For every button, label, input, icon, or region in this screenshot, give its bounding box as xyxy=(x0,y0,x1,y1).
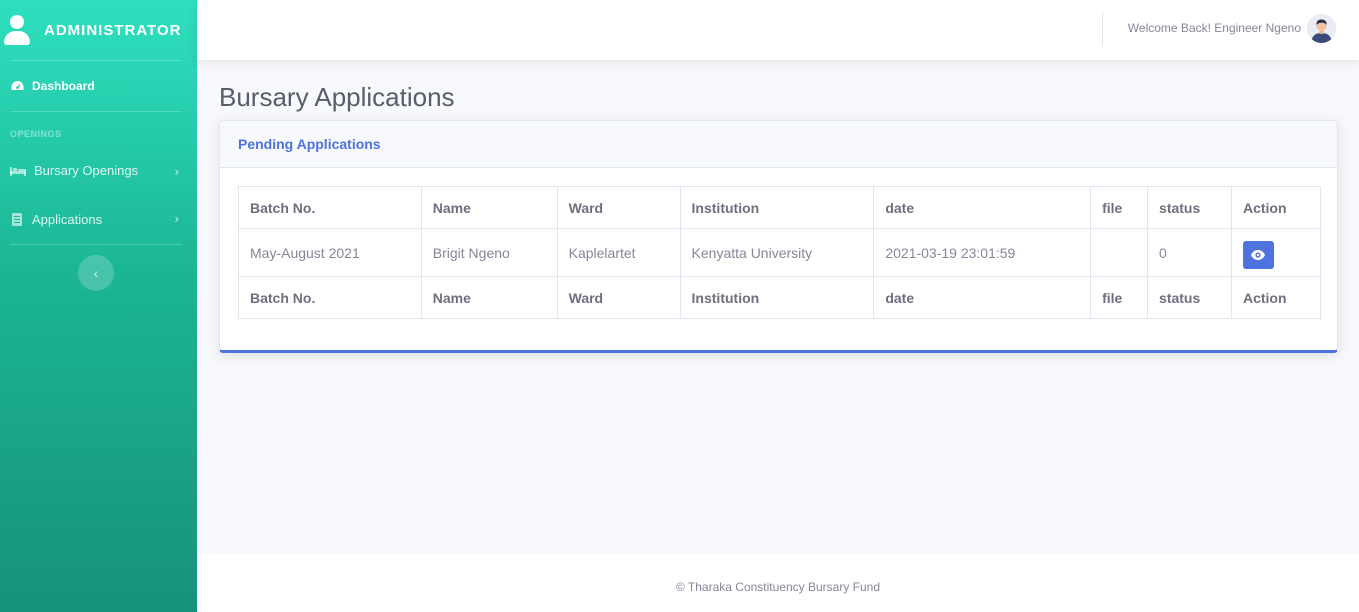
sidebar-item-label: Dashboard xyxy=(32,79,95,93)
sidebar-item-bursary-openings[interactable]: Bursary Openings › xyxy=(0,147,197,194)
bed-icon xyxy=(10,165,26,177)
cell-file xyxy=(1090,228,1149,277)
cell-ward: Kaplelartet xyxy=(556,228,681,277)
footer-copyright: © Tharaka Constituency Bursary Fund xyxy=(675,579,881,594)
sidebar-item-dashboard[interactable]: Dashboard xyxy=(0,61,197,111)
welcome-text[interactable]: Welcome Back! Engineer Ngeno xyxy=(1128,21,1301,35)
column-header[interactable]: status xyxy=(1147,186,1232,229)
page-title: Bursary Applications xyxy=(219,82,455,112)
topbar-divider xyxy=(1102,12,1103,46)
column-footer: date xyxy=(873,276,1092,319)
file-icon xyxy=(10,212,24,226)
cell-date: 2021-03-19 23:01:59 xyxy=(873,228,1092,277)
column-footer: Name xyxy=(420,276,558,319)
cell-action xyxy=(1230,228,1322,277)
tachometer-icon xyxy=(10,80,24,92)
pending-applications-card: Pending Applications Batch No. Name Ward… xyxy=(219,120,1338,353)
sidebar-divider xyxy=(10,244,182,245)
cell-batch: May-August 2021 xyxy=(238,228,422,277)
chevron-right-icon: › xyxy=(174,164,179,179)
column-header[interactable]: Institution xyxy=(679,186,875,229)
cell-status: 0 xyxy=(1147,228,1232,277)
sidebar: ADMINISTRATOR Dashboard OPENINGS Bursary… xyxy=(0,0,197,612)
sidebar-item-applications[interactable]: Applications › xyxy=(0,194,197,244)
column-footer: Action xyxy=(1230,276,1322,319)
column-footer: Batch No. xyxy=(238,276,422,319)
topbar: Welcome Back! Engineer Ngeno xyxy=(197,0,1359,60)
sidebar-heading: OPENINGS xyxy=(10,129,62,139)
table-row: May-August 2021 Brigit Ngeno Kaplelartet… xyxy=(238,228,1322,277)
column-header[interactable]: Name xyxy=(420,186,558,229)
sidebar-brand[interactable]: ADMINISTRATOR xyxy=(0,0,197,60)
column-footer: Ward xyxy=(556,276,681,319)
cell-name: Brigit Ngeno xyxy=(420,228,558,277)
sidebar-item-label: Applications xyxy=(32,211,103,227)
card-header: Pending Applications xyxy=(220,121,1337,168)
column-header[interactable]: file xyxy=(1090,186,1149,229)
eye-icon xyxy=(1251,249,1266,260)
view-button[interactable] xyxy=(1242,240,1274,269)
chevron-left-icon: ‹ xyxy=(93,265,99,281)
column-header[interactable]: Batch No. xyxy=(238,186,422,229)
sidebar-toggle-button[interactable]: ‹ xyxy=(78,255,114,291)
sidebar-item-label: Bursary Openings xyxy=(34,163,139,178)
column-footer: Institution xyxy=(679,276,875,319)
column-footer: file xyxy=(1090,276,1149,319)
chevron-right-icon: › xyxy=(174,211,179,226)
avatar[interactable] xyxy=(1307,14,1336,43)
card-title: Pending Applications xyxy=(238,136,381,152)
user-icon xyxy=(3,15,31,45)
column-footer: status xyxy=(1147,276,1232,319)
column-header[interactable]: Action xyxy=(1230,186,1322,229)
footer: © Tharaka Constituency Bursary Fund xyxy=(197,553,1359,612)
applications-table: Batch No. Name Ward Institution date fil… xyxy=(238,186,1322,319)
column-header[interactable]: date xyxy=(873,186,1092,229)
cell-institution: Kenyatta University xyxy=(679,228,875,277)
brand-title: ADMINISTRATOR xyxy=(44,21,182,39)
table-footer-row: Batch No. Name Ward Institution date fil… xyxy=(238,276,1322,319)
column-header[interactable]: Ward xyxy=(556,186,681,229)
table-header-row: Batch No. Name Ward Institution date fil… xyxy=(238,186,1322,229)
